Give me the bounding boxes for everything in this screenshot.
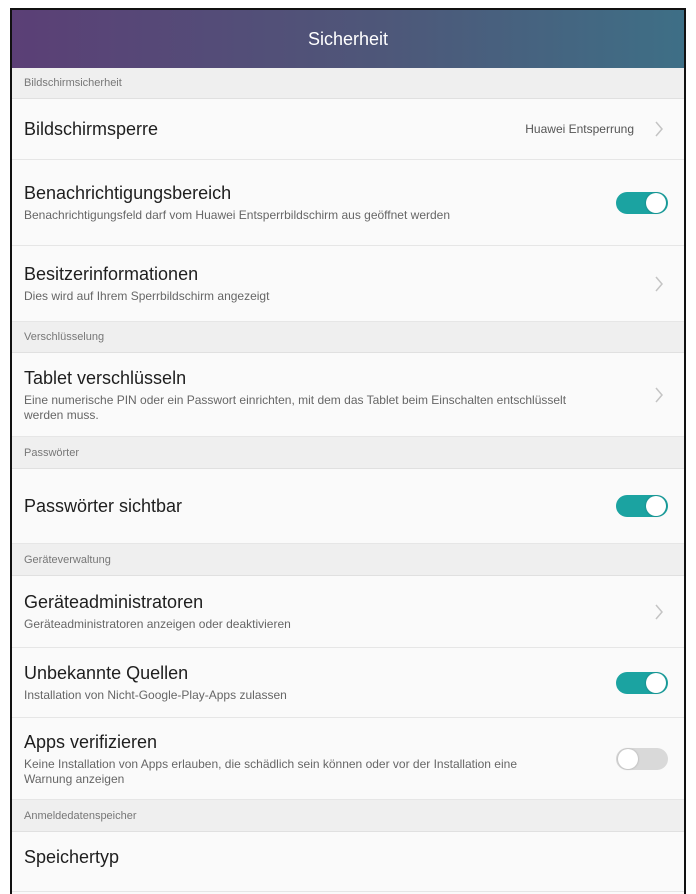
page-title: Sicherheit — [307, 28, 389, 49]
row-subtitle: Keine Installation von Apps erlauben, di… — [24, 756, 517, 786]
section-header-device-admin: Geräteverwaltung — [12, 544, 684, 576]
row-subtitle: Installation von Nicht-Google-Play-Apps … — [24, 688, 287, 702]
title-bar: Sicherheit — [12, 10, 684, 68]
section-header-credential-storage: Anmeldedatenspeicher — [12, 800, 684, 832]
toggle-knob — [646, 672, 666, 693]
section-header-encryption: Verschlüsselung — [12, 322, 684, 353]
section-label: Verschlüsselung — [24, 331, 105, 343]
row-title: Geräteadministratoren — [24, 592, 204, 612]
row-title: Bildschirmsperre — [24, 119, 159, 139]
screen-lock-row[interactable]: Bildschirmsperre Huawei Entsperrung — [12, 99, 684, 160]
unknown-sources-row[interactable]: Unbekannte Quellen Installation von Nich… — [12, 648, 684, 718]
section-header-passwords: Passwörter — [12, 437, 684, 469]
show-passwords-toggle[interactable] — [616, 495, 668, 517]
screen-lock-value: Huawei Entsperrung — [525, 122, 634, 136]
row-title: Speichertyp — [24, 847, 120, 867]
chevron-right-icon — [652, 384, 666, 406]
verify-apps-toggle[interactable] — [616, 747, 668, 770]
notification-area-toggle[interactable] — [616, 191, 668, 214]
section-label: Bildschirmsicherheit — [24, 77, 122, 89]
row-title: Apps verifizieren — [24, 731, 158, 752]
row-title: Besitzerinformationen — [24, 264, 199, 284]
verify-apps-row[interactable]: Apps verifizieren Keine Installation von… — [12, 718, 684, 800]
chevron-right-icon — [652, 601, 666, 623]
unknown-sources-toggle[interactable] — [616, 671, 668, 694]
toggle-knob — [646, 192, 666, 213]
row-subtitle: Eine numerische PIN oder ein Passwort ei… — [24, 392, 567, 422]
settings-screen: Sicherheit Bildschirmsicherheit Bildschi… — [10, 8, 686, 894]
notification-area-row[interactable]: Benachrichtigungsbereich Benachrichtigun… — [12, 160, 684, 246]
storage-type-row[interactable]: Speichertyp — [12, 832, 684, 892]
show-passwords-row[interactable]: Passwörter sichtbar — [12, 469, 684, 544]
row-subtitle: Benachrichtigungsfeld darf vom Huawei En… — [24, 208, 451, 222]
row-title: Benachrichtigungsbereich — [24, 183, 232, 203]
section-label: Passwörter — [24, 446, 80, 459]
toggle-knob — [646, 496, 666, 516]
encrypt-tablet-row[interactable]: Tablet verschlüsseln Eine numerische PIN… — [12, 353, 684, 437]
owner-info-row[interactable]: Besitzerinformationen Dies wird auf Ihre… — [12, 246, 684, 322]
section-label: Anmeldedatenspeicher — [24, 809, 137, 822]
row-title: Tablet verschlüsseln — [24, 367, 187, 388]
row-title: Unbekannte Quellen — [24, 663, 189, 683]
row-subtitle: Geräteadministratoren anzeigen oder deak… — [24, 617, 291, 631]
device-admins-row[interactable]: Geräteadministratoren Geräteadministrato… — [12, 576, 684, 648]
chevron-right-icon — [652, 118, 666, 140]
row-title: Passwörter sichtbar — [24, 496, 183, 516]
chevron-right-icon — [652, 273, 666, 295]
toggle-knob — [618, 748, 638, 769]
section-header-screen-security: Bildschirmsicherheit — [12, 68, 684, 99]
section-label: Geräteverwaltung — [24, 553, 111, 566]
row-subtitle: Dies wird auf Ihrem Sperrbildschirm ange… — [24, 289, 270, 303]
